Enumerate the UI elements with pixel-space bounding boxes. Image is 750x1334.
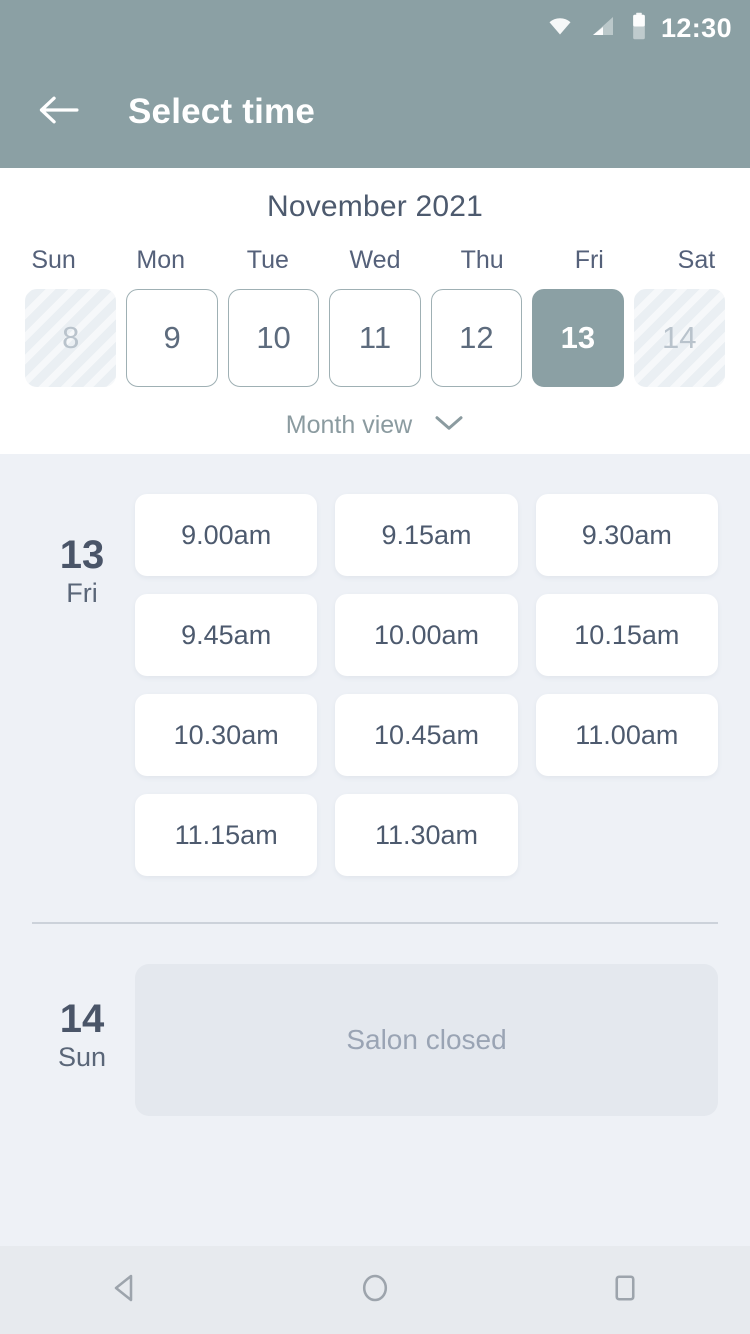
calendar-day-11[interactable]: 11 [329, 289, 421, 387]
dow-header: Fri [574, 246, 604, 274]
month-view-toggle[interactable]: Month view [0, 411, 750, 440]
calendar-day-14: 14 [633, 289, 725, 387]
status-bar-icons [545, 12, 647, 45]
back-button[interactable] [30, 84, 86, 140]
time-slot[interactable]: 9.15am [335, 494, 518, 576]
day-group-14: 14 Sun Salon closed [0, 924, 750, 1116]
time-slot[interactable]: 10.15am [535, 594, 718, 676]
nav-back-triangle-icon [107, 1270, 143, 1311]
time-slots-area: 13 Fri 9.00am 9.15am 9.30am 9.45am 10.00… [0, 454, 750, 1246]
status-bar: 12:30 [0, 0, 750, 56]
day-label-14: 14 Sun [32, 964, 132, 1116]
nav-home-button[interactable] [320, 1246, 430, 1334]
calendar-day-9[interactable]: 9 [126, 289, 218, 387]
calendar-day-12[interactable]: 12 [430, 289, 523, 387]
calendar-day-10[interactable]: 10 [227, 289, 320, 387]
back-arrow-icon [36, 94, 80, 131]
time-slot[interactable]: 10.00am [335, 594, 518, 676]
nav-back-button[interactable] [70, 1246, 180, 1334]
time-slot[interactable]: 9.30am [535, 494, 718, 576]
month-view-label: Month view [285, 411, 413, 439]
calendar-strip: November 2021 Sun Mon Tue Wed Thu Fri Sa… [0, 168, 750, 454]
time-slot[interactable]: 9.00am [135, 494, 318, 576]
time-slot[interactable]: 11.15am [135, 794, 318, 876]
dow-header: Sat [677, 246, 716, 274]
dow-header: Mon [136, 246, 186, 274]
time-slot[interactable]: 10.45am [335, 694, 518, 776]
calendar-day-8: 8 [25, 289, 117, 387]
nav-recents-square-icon [607, 1270, 643, 1311]
day-number: 13 [59, 533, 105, 577]
status-bar-clock: 12:30 [660, 12, 732, 43]
android-nav-bar [0, 1246, 750, 1334]
chevron-down-icon [434, 414, 464, 437]
dow-header: Wed [349, 246, 401, 274]
phone-screen: 12:30 Select time November 2021 Sun Mon … [0, 0, 750, 1334]
calendar-day-13[interactable]: 13 [532, 289, 624, 387]
day-group-13: 13 Fri 9.00am 9.15am 9.30am 9.45am 10.00… [0, 454, 750, 876]
page-title: Select time [128, 92, 316, 131]
signal-icon [589, 14, 617, 43]
dow-header: Tue [246, 246, 289, 274]
slot-grid-13: 9.00am 9.15am 9.30am 9.45am 10.00am 10.1… [132, 494, 718, 876]
time-slot[interactable]: 9.45am [135, 594, 318, 676]
calendar-days-row: 8 9 10 11 12 13 14 [0, 289, 750, 387]
time-slot[interactable]: 10.30am [135, 694, 318, 776]
nav-home-circle-icon [357, 1270, 393, 1311]
nav-recents-button[interactable] [570, 1246, 680, 1334]
calendar-month-title: November 2021 [266, 190, 484, 223]
day-number: 14 [59, 997, 105, 1041]
dow-header: Thu [460, 246, 504, 274]
day-label-13: 13 Fri [32, 494, 132, 876]
app-bar: Select time [0, 56, 750, 168]
time-slot[interactable]: 11.30am [335, 794, 518, 876]
day-of-week-header-row: Sun Mon Tue Wed Thu Fri Sat [0, 246, 750, 275]
time-slot[interactable]: 11.00am [535, 694, 718, 776]
day-name: Sun [57, 1042, 107, 1072]
salon-closed-card: Salon closed [135, 964, 718, 1116]
wifi-icon [545, 14, 575, 43]
day-name: Fri [66, 578, 98, 608]
battery-icon [631, 12, 647, 45]
dow-header: Sun [31, 246, 76, 274]
